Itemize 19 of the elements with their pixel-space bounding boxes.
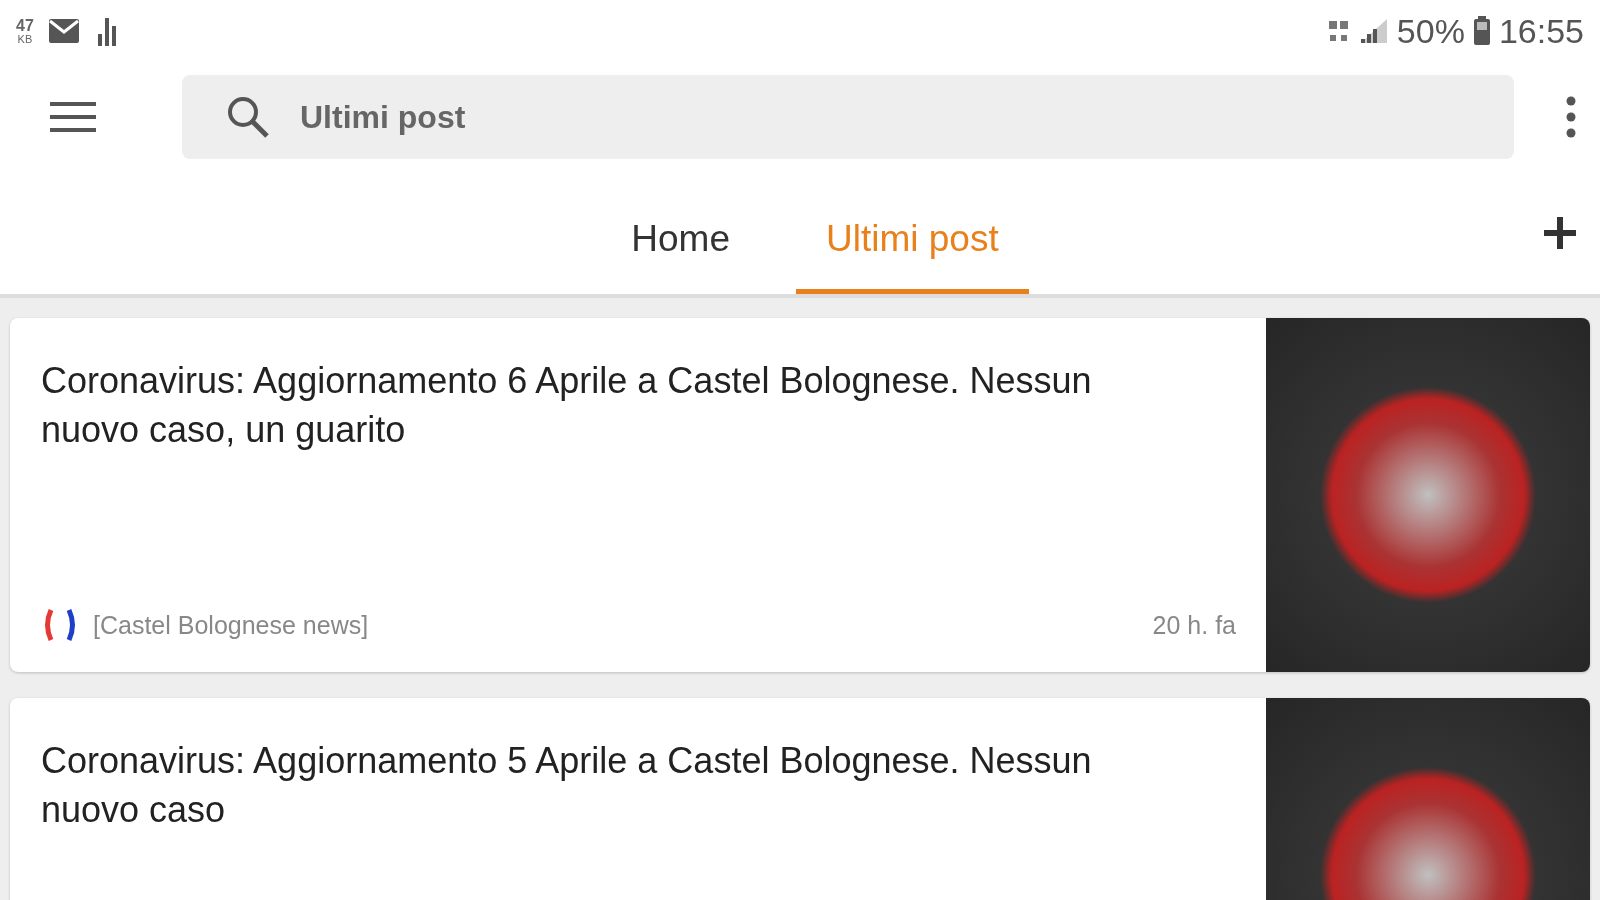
tab[interactable]: Home: [601, 172, 760, 294]
mail-icon: [47, 17, 82, 45]
battery-icon: [1472, 16, 1491, 46]
post-title: Coronavirus: Aggiornamento 5 Aprile a Castel Bolognese. Nessun nuovo caso: [41, 739, 1093, 832]
menu-icon: [50, 100, 96, 134]
clock-time: 16:55: [1498, 11, 1584, 51]
post-title: Coronavirus: Aggiornamento 6 Aprile a Castel Bolognese. Nessun nuovo caso, un guarito: [41, 359, 1093, 452]
network-speed-unit: KB: [17, 33, 33, 45]
post-time: 20 h. fa: [1152, 610, 1236, 640]
network-speed-value: 47: [16, 17, 34, 34]
post-source: [Castel Bolognese news]: [93, 610, 369, 640]
signal-icon: [1358, 17, 1389, 45]
plus-icon: [1544, 217, 1576, 249]
more-options-icon: [1566, 96, 1576, 138]
post-card[interactable]: Coronavirus: Aggiornamento 6 Aprile a Castel Bolognese. Nessun nuovo caso, un guarito [Castel Bolognese news] 20 h. fa: [10, 318, 1590, 672]
search-icon: [226, 95, 270, 139]
battery-percentage: 50%: [1396, 11, 1465, 51]
post-card[interactable]: Coronavirus: Aggiornamento 5 Aprile a Castel Bolognese. Nessun nuovo caso: [10, 698, 1590, 900]
search-field[interactable]: Ultimi post: [182, 75, 1514, 159]
